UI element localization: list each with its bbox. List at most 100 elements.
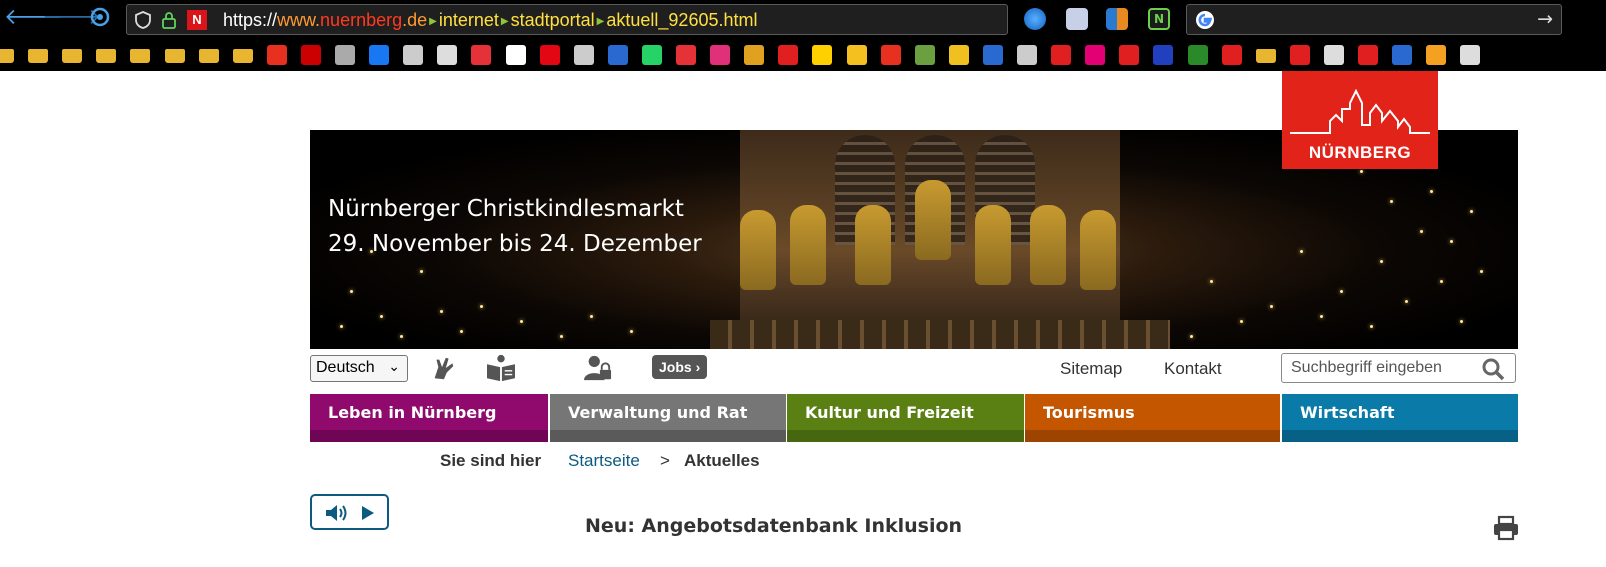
- bookmark-icon[interactable]: [710, 45, 731, 65]
- bookmark-folder-icon[interactable]: [130, 49, 151, 63]
- bookmark-icon[interactable]: [471, 45, 492, 65]
- nav-item-underbar: [1282, 430, 1518, 442]
- nav-item[interactable]: Verwaltung und Rat: [550, 394, 786, 442]
- light-sparkle: [460, 330, 463, 333]
- bookmark-icon[interactable]: [1187, 45, 1208, 65]
- light-sparkle: [1405, 300, 1408, 303]
- url-text[interactable]: https://www.nuernberg.de ▶ internet ▶ stadtp…: [223, 10, 757, 31]
- light-sparkle: [370, 250, 373, 253]
- bookmark-icon[interactable]: [266, 45, 287, 65]
- bookmark-icon[interactable]: [880, 45, 901, 65]
- light-sparkle: [560, 335, 563, 338]
- bookmark-icon[interactable]: [1017, 45, 1037, 65]
- language-value: Deutsch: [316, 359, 375, 376]
- easy-language-icon[interactable]: [484, 354, 518, 382]
- url-segment: stadtportal: [510, 10, 595, 30]
- nav-item[interactable]: Kultur und Freizeit: [787, 394, 1024, 442]
- bookmark-icon[interactable]: [1085, 45, 1106, 65]
- light-sparkle: [1360, 170, 1363, 173]
- go-arrow-icon[interactable]: →: [1537, 8, 1553, 30]
- chevron-down-icon: ⌄: [388, 358, 400, 374]
- extension-icon[interactable]: [1066, 8, 1088, 30]
- bookmark-icon[interactable]: [641, 45, 662, 65]
- bookmark-icon[interactable]: [505, 45, 526, 65]
- bookmark-folder-icon[interactable]: [28, 49, 49, 63]
- jobs-button[interactable]: Jobs ›: [652, 355, 708, 379]
- light-sparkle: [1370, 325, 1373, 328]
- bookmark-icon[interactable]: [1221, 45, 1242, 65]
- extension-icon[interactable]: [1024, 8, 1046, 30]
- bookmark-folder-icon[interactable]: [96, 49, 117, 63]
- bookmark-icon[interactable]: [1119, 45, 1140, 65]
- bookmark-folder-icon[interactable]: [164, 49, 185, 63]
- read-aloud-button[interactable]: [310, 494, 389, 530]
- bookmark-folder-icon[interactable]: [232, 49, 253, 63]
- site-search-input[interactable]: Suchbegriff eingeben: [1281, 353, 1516, 383]
- bookmark-icon[interactable]: [676, 45, 696, 65]
- nav-item[interactable]: Tourismus: [1025, 394, 1280, 442]
- nav-item-underbar: [1025, 430, 1280, 442]
- bookmark-icon[interactable]: [1153, 45, 1174, 65]
- nav-item-underbar: [787, 430, 1024, 442]
- print-icon[interactable]: [1493, 515, 1519, 541]
- sign-language-icon[interactable]: [428, 354, 458, 382]
- bookmark-icon[interactable]: [1426, 45, 1447, 65]
- extension-icon[interactable]: [1106, 8, 1128, 30]
- breadcrumb-current: Aktuelles: [684, 451, 760, 470]
- light-sparkle: [1240, 320, 1243, 323]
- sitemap-link[interactable]: Sitemap: [1060, 359, 1122, 379]
- bookmark-folder-icon[interactable]: [62, 49, 83, 63]
- bookmark-icon[interactable]: [982, 45, 1003, 65]
- forward-arrow-icon[interactable]: 🡒: [42, 6, 101, 30]
- user-lock-icon[interactable]: [583, 354, 613, 382]
- browser-search-bar[interactable]: →: [1186, 4, 1562, 35]
- bookmark-icon[interactable]: [573, 45, 594, 65]
- light-sparkle: [480, 305, 483, 308]
- nav-item-label: Wirtschaft: [1300, 403, 1395, 422]
- angel-figure: [855, 205, 891, 285]
- bookmark-icon[interactable]: [369, 45, 390, 65]
- bookmark-icon[interactable]: [335, 45, 355, 65]
- nav-item[interactable]: Wirtschaft: [1282, 394, 1518, 442]
- contact-link[interactable]: Kontakt: [1164, 359, 1222, 379]
- city-logo[interactable]: NÜRNBERG: [1282, 71, 1438, 169]
- breadcrumb-home-link[interactable]: Startseite: [568, 451, 640, 471]
- bookmark-folder-icon[interactable]: [0, 49, 14, 63]
- back-arrow-icon[interactable]: 🡐: [4, 6, 63, 30]
- lock-icon[interactable]: [159, 10, 179, 30]
- bookmark-icon[interactable]: [846, 45, 867, 65]
- bookmark-icon[interactable]: [300, 45, 321, 65]
- bookmark-icon[interactable]: [1460, 45, 1481, 65]
- bookmark-icon[interactable]: [437, 45, 458, 65]
- shield-icon[interactable]: [133, 10, 153, 30]
- bookmark-folder-icon[interactable]: [198, 49, 219, 63]
- bookmark-icon[interactable]: [1289, 45, 1310, 65]
- search-icon[interactable]: [1481, 357, 1505, 381]
- angel-figure: [915, 180, 951, 260]
- bookmark-folder-icon[interactable]: [1255, 49, 1276, 63]
- bookmark-icon[interactable]: [1323, 45, 1344, 65]
- main-navigation: Leben in Nürnberg Verwaltung und Rat Kultu…: [310, 394, 1518, 442]
- bookmark-icon[interactable]: [1392, 45, 1413, 65]
- language-select[interactable]: Deutsch ⌄: [310, 355, 408, 382]
- bookmark-icon[interactable]: [914, 45, 935, 65]
- bookmark-icon[interactable]: [778, 45, 799, 65]
- bookmark-icon[interactable]: [539, 45, 560, 65]
- bookmark-icon[interactable]: [812, 45, 833, 65]
- hero-title: Nürnberger Christkindlesmarkt 29. Novemb…: [328, 192, 702, 262]
- bookmark-icon[interactable]: [948, 45, 969, 65]
- bookmark-icon[interactable]: [403, 45, 424, 65]
- nav-item[interactable]: Leben in Nürnberg: [310, 394, 548, 442]
- extension-icon[interactable]: N: [1148, 8, 1170, 30]
- bookmark-icon[interactable]: [744, 45, 765, 65]
- bookmark-icon[interactable]: [1358, 45, 1378, 65]
- light-sparkle: [1480, 270, 1483, 273]
- angel-figure: [740, 210, 776, 290]
- light-sparkle: [1430, 190, 1433, 193]
- bookmark-icon[interactable]: [607, 45, 628, 65]
- light-sparkle: [590, 315, 593, 318]
- address-bar[interactable]: N https://www.nuernberg.de ▶ internet ▶ stad…: [126, 4, 1008, 35]
- hero-title-line: Nürnberger Christkindlesmarkt: [328, 196, 684, 222]
- bookmark-icon[interactable]: [1051, 45, 1072, 65]
- reader-icon[interactable]: [86, 6, 114, 30]
